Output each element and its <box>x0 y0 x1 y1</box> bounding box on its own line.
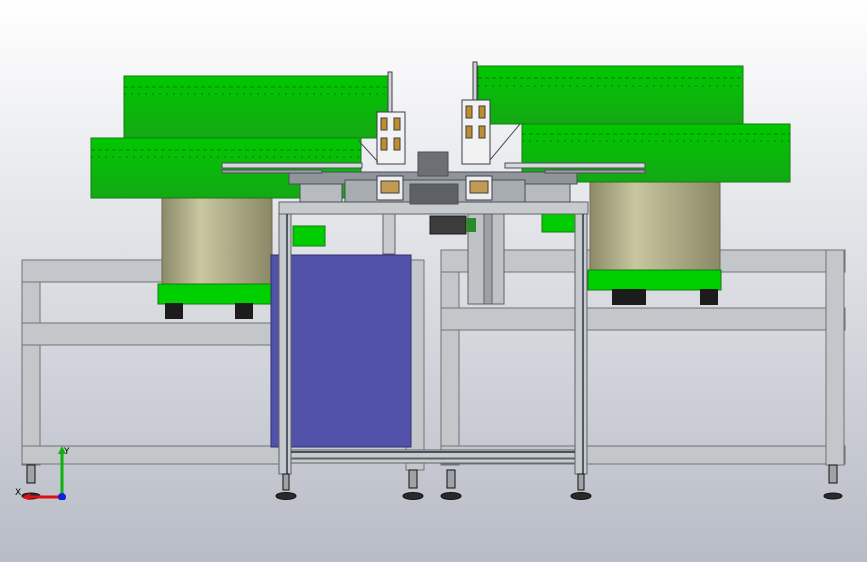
motor-connector <box>466 218 476 232</box>
motor-block <box>429 215 467 235</box>
cad-viewport[interactable]: Y X <box>0 0 867 562</box>
machine-assembly-view <box>0 0 867 562</box>
coordinate-triad-icon: Y X <box>15 446 70 500</box>
triad-y-label: Y <box>63 447 70 457</box>
triad-x-label: X <box>15 488 21 498</box>
electrical-cabinet-panel <box>270 254 412 448</box>
